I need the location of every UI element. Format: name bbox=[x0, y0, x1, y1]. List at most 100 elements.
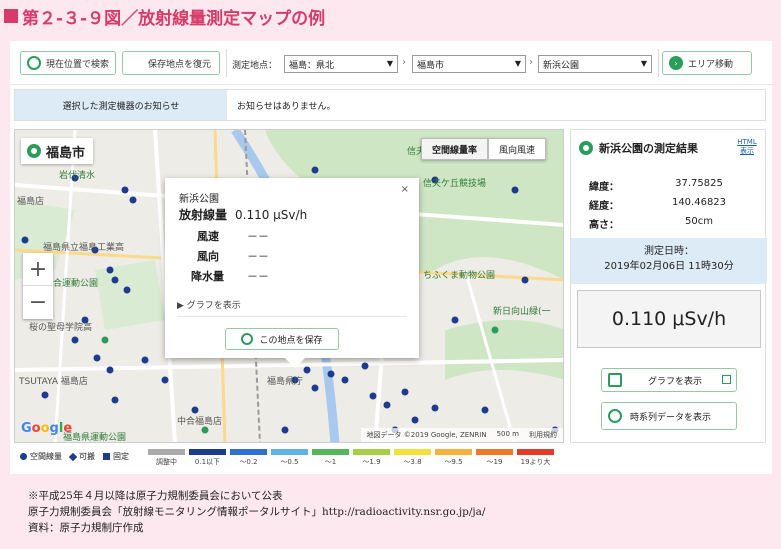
timeseries-button-label: 時系列データを表示 bbox=[630, 412, 712, 423]
legend-swatch-color bbox=[230, 449, 267, 455]
measure-time-value: 2019年02月06日 11時30分 bbox=[604, 261, 734, 272]
popup-graph-link[interactable]: ▶ グラフを表示 bbox=[177, 298, 241, 311]
city-select-value: 福島市 bbox=[417, 61, 445, 71]
legend-swatch-color bbox=[517, 449, 554, 455]
region-select[interactable]: 福島：県北 ▼ bbox=[284, 55, 398, 73]
longitude-label: 経度： bbox=[589, 201, 619, 212]
latitude-value: 37.75825 bbox=[675, 178, 723, 189]
legend-swatch-color bbox=[394, 449, 431, 455]
map-label: ちふくま動物公園 bbox=[423, 271, 496, 281]
result-header: 新浜公園の測定結果 bbox=[579, 140, 698, 156]
save-location-label: この地点を保存 bbox=[259, 335, 323, 346]
tab-wind[interactable]: 風向風速 bbox=[488, 138, 547, 160]
location-pin-icon bbox=[27, 144, 41, 158]
height-label: 高さ： bbox=[589, 220, 619, 231]
area-move-label: エリア移動 bbox=[688, 59, 734, 70]
legend-swatch-label: ～9.5 bbox=[444, 458, 463, 466]
legend-swatch-label: 調整中 bbox=[156, 458, 177, 466]
legend-swatch: ～0.5 bbox=[269, 449, 310, 467]
target-icon bbox=[27, 56, 41, 70]
divider bbox=[226, 49, 227, 77]
legend-swatch-label: ～0.5 bbox=[280, 458, 299, 466]
popup-dose-row: 放射線量 0.110 μSv/h bbox=[179, 206, 307, 223]
city-select[interactable]: 福島市 ▼ bbox=[412, 55, 526, 73]
notice-bar: 選択した測定機器のお知らせ お知らせはありません。 bbox=[14, 89, 766, 121]
map-label: 福島県立福島工業高 bbox=[43, 243, 125, 253]
longitude-value: 140.46823 bbox=[671, 197, 727, 208]
graph-button[interactable]: グラフを表示 bbox=[601, 368, 737, 392]
chevron-right-icon: › bbox=[402, 57, 406, 68]
location-pin-icon bbox=[579, 141, 593, 155]
popup-place: 新浜公園 bbox=[179, 194, 219, 205]
place-select[interactable]: 新浜公園 ▼ bbox=[538, 55, 652, 73]
footnote-line: 資料：原子力規制庁作成 bbox=[28, 522, 144, 534]
legend-swatch: 19より大 bbox=[515, 449, 556, 467]
legend-swatches: 調整中 0.1以下 ～0.2 ～0.5 ～1 ～1.9 ～3.8 ～9.5 ～19 19より大 bbox=[146, 449, 556, 467]
legend-swatch-color bbox=[476, 449, 513, 455]
city-header: 福島市 bbox=[21, 138, 94, 164]
square-icon bbox=[103, 453, 110, 460]
legend-swatch-label: ～3.8 bbox=[403, 458, 422, 466]
scale-label: 500 m bbox=[496, 430, 519, 438]
legend-swatch-label: ～0.2 bbox=[239, 458, 258, 466]
map-label: 桜の聖母学院高 bbox=[29, 323, 93, 333]
save-location-button[interactable]: この地点を保存 bbox=[225, 328, 339, 350]
figure-title-text: 第２-３-９図／放射線量測定マップの例 bbox=[22, 8, 326, 29]
chevron-right-icon: › bbox=[529, 57, 533, 68]
legend-type: 可搬 bbox=[68, 451, 95, 462]
map-hill-area bbox=[445, 320, 563, 380]
html-link[interactable]: HTML 表示 bbox=[735, 138, 759, 156]
latitude-label: 緯度： bbox=[589, 182, 619, 193]
attribution-data: 地図データ ©2019 Google, ZENRIN bbox=[366, 431, 487, 439]
circle-icon bbox=[20, 453, 27, 460]
current-location-label: 現在位置で検索 bbox=[46, 59, 110, 70]
popup-wind-dir-row: 風向 －－ bbox=[179, 248, 269, 264]
zoom-control: + − bbox=[23, 253, 53, 319]
legend-swatch: ～1 bbox=[310, 449, 351, 467]
map-label: 福島県運動公園 bbox=[63, 433, 127, 443]
terms-link[interactable]: 利用規約 bbox=[529, 430, 557, 440]
map-attribution: 地図データ ©2019 Google, ZENRIN 500 m 利用規約 bbox=[360, 428, 563, 442]
legend-swatch-color bbox=[312, 449, 349, 455]
legend-swatch: ～0.2 bbox=[228, 449, 269, 467]
legend-swatch-color bbox=[189, 449, 226, 455]
chevron-down-icon: ▼ bbox=[640, 59, 647, 68]
wind-speed-value: －－ bbox=[247, 230, 269, 243]
legend-swatch-label: ～19 bbox=[486, 458, 503, 466]
chevron-down-icon: ▼ bbox=[386, 59, 393, 68]
saved-location-button[interactable]: 保存地点を復元 bbox=[122, 51, 220, 158]
popup-wind-speed-row: 風速 －－ bbox=[179, 228, 269, 244]
region-select-value: 福島：県北 bbox=[289, 61, 335, 71]
map-view[interactable]: 信夫 岩代清水 福島店 福島県立福島工業高 合運動公園 桜の聖母学院高 TSUT… bbox=[14, 129, 564, 443]
legend-swatch: ～1.9 bbox=[351, 449, 392, 467]
toolbar: 現在位置で検索 保存地点を復元 測定地点： 福島：県北 ▼ › 福島市 ▼ › 新浜… bbox=[10, 41, 772, 158]
legend-swatch-label: ～1 bbox=[324, 458, 337, 466]
tab-air-dose[interactable]: 空間線量率 bbox=[421, 138, 489, 160]
map-label: 福島県庁 bbox=[267, 377, 304, 387]
current-location-button[interactable]: 現在位置で検索 bbox=[20, 51, 116, 75]
close-icon[interactable]: × bbox=[401, 184, 409, 195]
dose-value: 0.110 μSv/h bbox=[235, 208, 308, 222]
saved-location-label: 保存地点を復元 bbox=[148, 59, 212, 70]
line-chart-icon bbox=[608, 373, 622, 387]
measure-time: 測定日時： 2019年02月06日 11時30分 bbox=[571, 238, 767, 284]
result-title: 新浜公園の測定結果 bbox=[599, 142, 698, 155]
timeseries-button[interactable]: 時系列データを表示 bbox=[601, 402, 737, 430]
place-select-value: 新浜公園 bbox=[543, 61, 580, 71]
legend-swatch: ～3.8 bbox=[392, 449, 433, 467]
dose-label: 放射線量 bbox=[179, 208, 228, 222]
zoom-in-button[interactable]: + bbox=[23, 253, 53, 286]
diamond-icon bbox=[68, 452, 78, 461]
zoom-out-button[interactable]: − bbox=[23, 286, 53, 319]
legend-types: 空間線量 可搬 固定 bbox=[20, 451, 129, 462]
area-move-button[interactable]: › エリア移動 bbox=[662, 51, 752, 75]
footnote-line: ※平成25年４月以降は原子力規制委員会において公表 bbox=[28, 490, 283, 502]
figure-title: 第２-３-９図／放射線量測定マップの例 bbox=[4, 2, 325, 30]
wind-dir-value: －－ bbox=[247, 250, 269, 263]
divider bbox=[177, 316, 407, 317]
map-label: 信夫ケ丘競技場 bbox=[423, 179, 487, 189]
height-row: 高さ： 50cm bbox=[589, 216, 749, 231]
rain-label: 降水量 bbox=[191, 270, 224, 283]
legend-swatch: ～19 bbox=[474, 449, 515, 467]
external-icon bbox=[722, 375, 731, 384]
